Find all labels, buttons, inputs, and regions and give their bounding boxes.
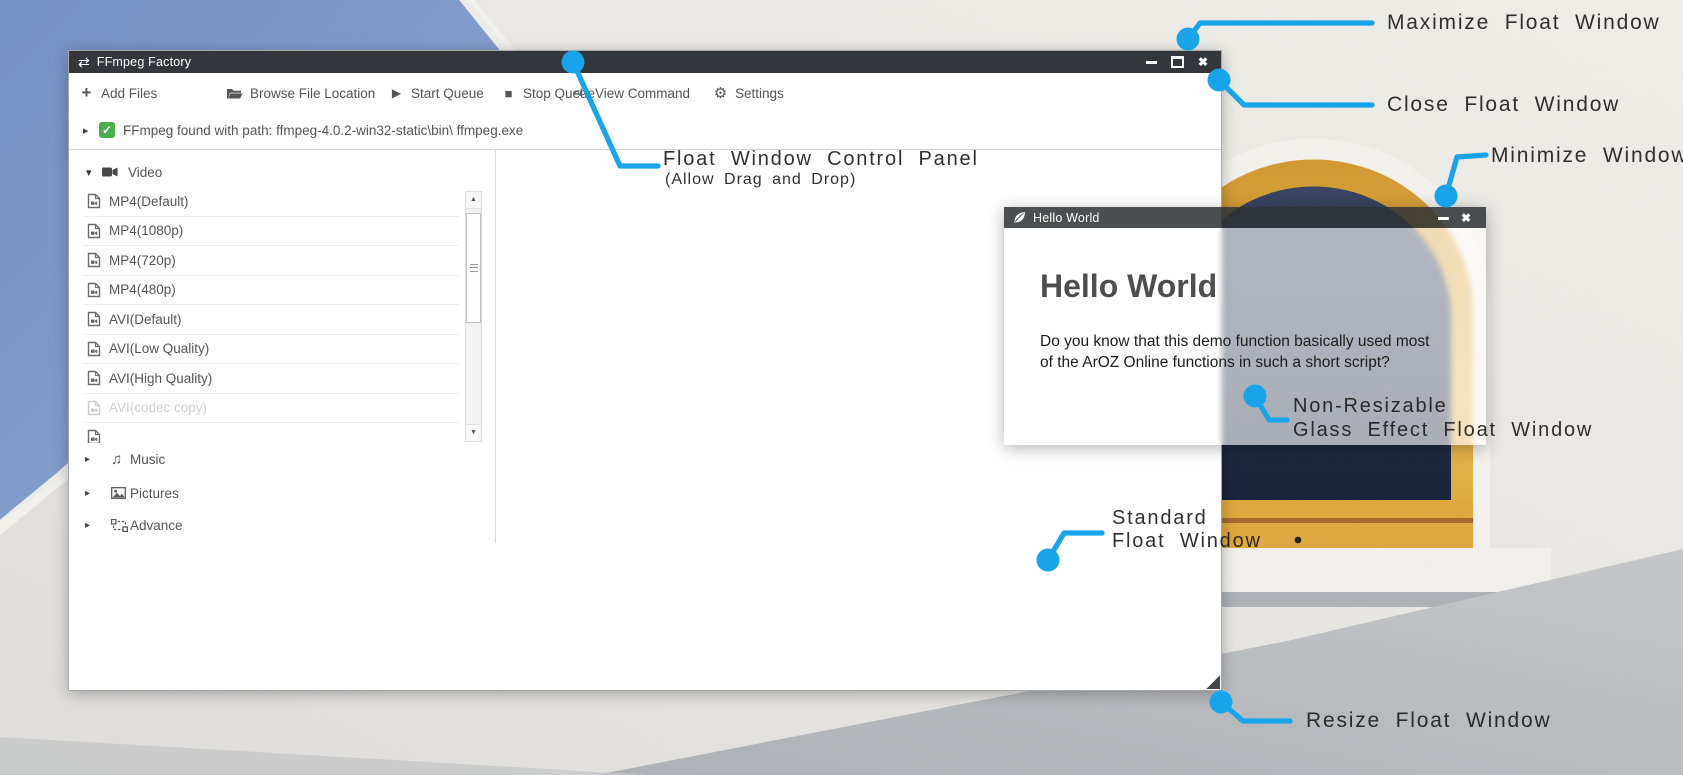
window-title: Hello World	[1033, 211, 1100, 225]
hello-heading: Hello World	[1040, 268, 1217, 305]
preset-item-mp4-480p[interactable]: MP4(480p)	[84, 276, 459, 306]
annotation-close: Close Float Window	[1387, 93, 1620, 117]
tree-label: Music	[130, 452, 165, 467]
close-button[interactable]: ✖	[1459, 210, 1473, 226]
preset-label: AVI(Low Quality)	[109, 341, 209, 356]
gear-icon: ⚙	[713, 84, 728, 102]
music-note-icon: ♫	[111, 451, 122, 468]
panel-divider	[495, 149, 496, 543]
preset-item-avi-default[interactable]: AVI(Default)	[84, 305, 459, 335]
maximize-button[interactable]	[1170, 54, 1184, 70]
hello-paragraph: Do you know that this demo function basi…	[1040, 332, 1442, 374]
preset-label: AVI(codec copy)	[109, 400, 207, 415]
plus-icon: +	[79, 83, 94, 103]
scroll-up-button[interactable]: ▲	[466, 192, 481, 209]
view-command-button[interactable]: </> View Command	[573, 73, 690, 113]
video-file-icon	[87, 193, 101, 209]
maximize-icon	[1171, 56, 1184, 68]
ffmpeg-path-status: FFmpeg found with path: ffmpeg-4.0.2-win…	[123, 123, 523, 138]
annotation-control-panel-sub: (Allow Drag and Drop)	[665, 171, 856, 189]
scroll-grip-icon	[470, 264, 478, 272]
tree-label: Video	[128, 165, 162, 180]
close-icon: ✖	[1198, 56, 1208, 68]
preset-list-scrollbar[interactable]: ▲ ▼	[465, 191, 482, 442]
toolbar-label: Start Queue	[411, 86, 484, 101]
preset-item-partial[interactable]	[84, 423, 459, 443]
toolbar-label: Browse File Location	[250, 86, 375, 101]
video-file-icon	[87, 400, 101, 416]
preset-item-mp4-720p[interactable]: MP4(720p)	[84, 246, 459, 276]
start-queue-button[interactable]: ▶ Start Queue	[389, 73, 484, 113]
hello-titlebar[interactable]: Hello World ✖	[1004, 207, 1486, 228]
leaf-icon	[1013, 211, 1026, 224]
toolbar-label: Settings	[735, 86, 784, 101]
preset-label: MP4(1080p)	[109, 223, 183, 238]
annotation-glass-line2: Glass Effect Float Window	[1293, 419, 1593, 442]
video-file-icon	[87, 341, 101, 357]
settings-button[interactable]: ⚙ Settings	[713, 73, 784, 113]
minimize-button[interactable]	[1436, 210, 1450, 226]
scroll-thumb[interactable]	[466, 213, 481, 323]
preset-label: AVI(High Quality)	[109, 371, 212, 386]
resize-handle[interactable]	[1202, 671, 1220, 689]
object-group-icon	[111, 519, 128, 532]
close-button[interactable]: ✖	[1196, 54, 1210, 70]
desktop: ⇄ FFmpeg Factory ✖ + Add Files Browse Fi…	[0, 0, 1683, 775]
exchange-icon: ⇄	[78, 55, 90, 69]
preset-list: MP4(Default) MP4(1080p) MP4(720p) MP4(48…	[84, 187, 459, 443]
folder-open-icon	[226, 87, 243, 100]
browse-file-location-button[interactable]: Browse File Location	[226, 73, 375, 113]
preset-item-avi-low-quality[interactable]: AVI(Low Quality)	[84, 335, 459, 365]
caret-down-icon: ▾	[86, 166, 92, 179]
window-title: FFmpeg Factory	[97, 55, 192, 69]
minimize-icon	[1146, 61, 1157, 64]
status-expander-caret-icon[interactable]: ▸	[83, 124, 89, 137]
toolbar-label: View Command	[595, 86, 690, 101]
toolbar-label: Add Files	[101, 86, 157, 101]
play-icon: ▶	[389, 86, 404, 100]
stop-icon: ■	[501, 86, 516, 101]
video-file-icon	[87, 223, 101, 239]
preset-item-avi-high-quality[interactable]: AVI(High Quality)	[84, 364, 459, 394]
annotation-minimize: Minimize Window	[1491, 144, 1683, 168]
status-check-icon: ✓	[99, 122, 115, 138]
annotation-standard-line1: Standard	[1112, 507, 1208, 530]
video-file-icon	[87, 370, 101, 386]
close-icon: ✖	[1461, 212, 1471, 224]
caret-right-icon: ▸	[85, 488, 90, 499]
minimize-icon	[1438, 217, 1449, 220]
tree-label: Pictures	[130, 486, 179, 501]
caret-right-icon: ▸	[85, 454, 90, 465]
add-files-button[interactable]: + Add Files	[79, 73, 157, 113]
preset-label: AVI(Default)	[109, 312, 182, 327]
preset-item-mp4-1080p[interactable]: MP4(1080p)	[84, 217, 459, 247]
preset-label: MP4(Default)	[109, 194, 189, 209]
ffmpeg-toolbar: + Add Files Browse File Location ▶ Start…	[69, 73, 1221, 114]
minimize-button[interactable]	[1144, 54, 1158, 70]
annotation-glass-line1: Non-Resizable	[1293, 395, 1448, 418]
video-file-icon	[87, 252, 101, 268]
annotation-control-panel: Float Window Control Panel	[663, 148, 979, 171]
tree-label: Advance	[130, 518, 183, 533]
video-file-icon	[87, 282, 101, 298]
preset-item-mp4-default[interactable]: MP4(Default)	[84, 187, 459, 217]
preset-item-avi-codec-copy[interactable]: AVI(codec copy)	[84, 394, 459, 424]
annotation-maximize: Maximize Float Window	[1387, 11, 1661, 35]
ffmpeg-titlebar[interactable]: ⇄ FFmpeg Factory ✖	[69, 51, 1221, 73]
annotation-standard-line2: Float Window	[1112, 530, 1262, 553]
video-file-icon	[87, 429, 101, 443]
scroll-down-button[interactable]: ▼	[466, 424, 481, 441]
picture-icon	[111, 487, 126, 499]
video-camera-icon	[102, 167, 118, 177]
code-icon: </>	[573, 87, 588, 99]
preset-label: MP4(720p)	[109, 253, 176, 268]
annotation-resize: Resize Float Window	[1306, 709, 1551, 733]
preset-label: MP4(480p)	[109, 282, 176, 297]
caret-right-icon: ▸	[85, 520, 90, 531]
ffmpeg-status-row: ▸ ✓ FFmpeg found with path: ffmpeg-4.0.2…	[69, 113, 1221, 150]
video-file-icon	[87, 311, 101, 327]
